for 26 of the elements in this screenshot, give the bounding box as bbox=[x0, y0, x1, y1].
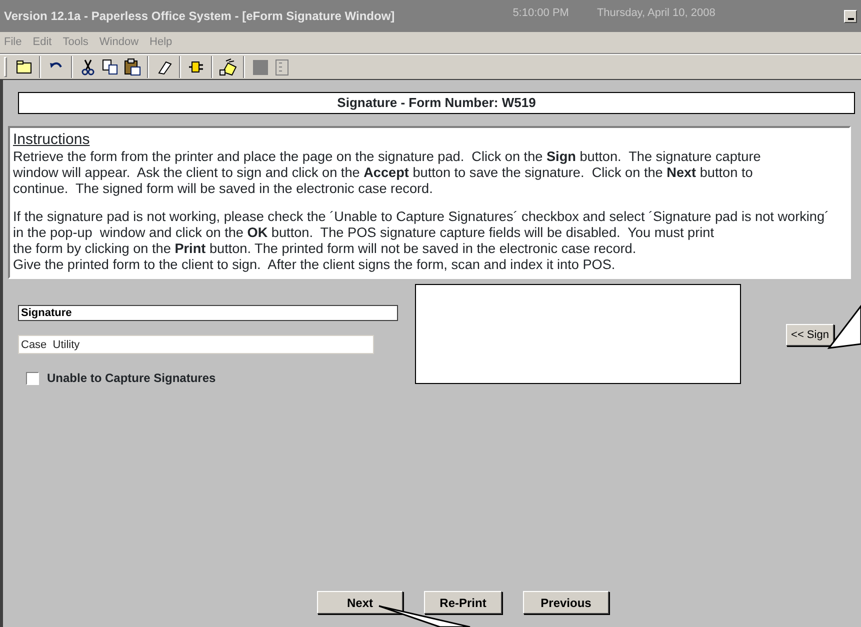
paste-icon[interactable] bbox=[123, 58, 141, 76]
clock-time: 5:10:00 PM bbox=[512, 6, 569, 21]
action-button[interactable]: Re-Print bbox=[424, 591, 502, 614]
clock-date: Thursday, April 10, 2008 bbox=[596, 6, 716, 21]
callout-pointer bbox=[827, 304, 861, 349]
document-icon[interactable] bbox=[273, 58, 291, 76]
scissors-icon[interactable] bbox=[79, 58, 97, 76]
instructions-paragraph: Retrieve the form from the printer and place the page on the signature pad. Click on the Sign button. The signature capture window will appear. Ask the client to sign and click on the Accept button to save the signature. Click on the Next button to continue. The signed form will be saved in the electronic case record. bbox=[13, 149, 762, 197]
instructions-heading: Instructions bbox=[13, 131, 91, 149]
action-button[interactable]: Next bbox=[317, 591, 403, 614]
checkbox-label: Unable to Capture Signatures bbox=[47, 370, 216, 387]
copy-icon[interactable] bbox=[101, 58, 119, 76]
action-button[interactable]: Previous bbox=[523, 591, 609, 614]
form-header: Signature - Form Number: W519 bbox=[18, 92, 855, 114]
folder-icon[interactable] bbox=[15, 58, 33, 76]
square-icon[interactable] bbox=[251, 58, 269, 76]
hand-writing-icon[interactable] bbox=[219, 58, 237, 76]
minimize-icon bbox=[848, 18, 854, 20]
sign-button[interactable]: << Sign bbox=[786, 324, 834, 346]
signature-pad[interactable] bbox=[415, 284, 741, 384]
minimize-button[interactable] bbox=[844, 10, 857, 22]
case-field[interactable]: Case Utility bbox=[18, 335, 374, 354]
window-title: Version 12.1a - Paperless Office System - [eForm Signature Window] bbox=[4, 8, 395, 25]
instructions-paragraph: If the signature pad is not working, please check the ´Unable to Capture Signatures´ checkbox and select ´Signature pad is not working´ in the pop-up window and click on the OK button. The POS signature capture fields will be disabled. You must print the form by clicking on the Print button. The printed form will not be saved in the electronic case record. Give the printed form to the client to sign. After the client signs the form, scan and index it into POS. bbox=[13, 209, 830, 273]
checkbox[interactable] bbox=[26, 372, 39, 384]
signature-field[interactable]: Signature bbox=[18, 305, 398, 321]
